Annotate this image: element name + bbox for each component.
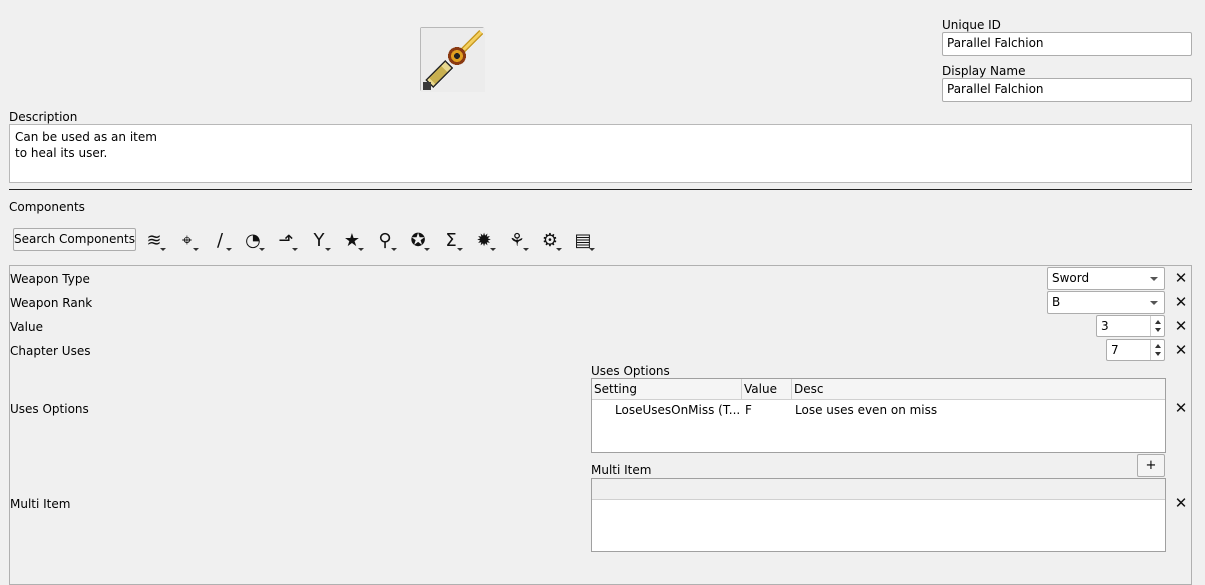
weapon-rank-select[interactable]: B [1047, 291, 1165, 314]
table-header [592, 479, 1165, 500]
layout-button[interactable]: ▤ [569, 227, 597, 253]
dropdown-caret-icon [556, 248, 562, 251]
dropdown-caret-icon [424, 248, 430, 251]
add-multi-item-button[interactable]: + [1137, 454, 1165, 477]
sword-icon [421, 28, 485, 92]
dropdown-caret-icon [193, 248, 199, 251]
dropdown-caret-icon [589, 248, 595, 251]
table-header: Setting Value Desc [592, 379, 1165, 400]
remove-chapter-uses-button[interactable]: ✕ [1174, 343, 1188, 358]
search-components-button[interactable]: Search Components [13, 228, 136, 251]
chapter-uses-spinbox[interactable]: 7 [1106, 339, 1165, 361]
remove-uses-options-button[interactable]: ✕ [1174, 401, 1188, 416]
uses-options-table-title: Uses Options [591, 364, 670, 378]
dropdown-caret-icon [490, 248, 496, 251]
clock-button[interactable]: ◔ [239, 227, 267, 253]
multi-item-label: Multi Item [10, 497, 71, 511]
unique-id-field[interactable]: Parallel Falchion [942, 32, 1192, 56]
desc-cell: Lose uses even on miss [795, 403, 938, 417]
chevron-down-icon [1155, 352, 1161, 356]
chevron-up-icon [1155, 320, 1161, 324]
weapon-rank-label: Weapon Rank [10, 296, 93, 310]
weapon-rank-value: B [1052, 295, 1061, 309]
chevron-down-icon [1150, 277, 1158, 281]
divider [9, 189, 1192, 190]
column-header-value[interactable]: Value [742, 379, 792, 399]
unique-id-label: Unique ID [942, 18, 1001, 32]
palette-button[interactable]: ⚘ [503, 227, 531, 253]
dropdown-caret-icon [259, 248, 265, 251]
setting-cell: LoseUsesOnMiss (T... [615, 403, 740, 417]
fork-button[interactable]: Y [305, 227, 333, 253]
value-value: 3 [1101, 319, 1109, 333]
display-name-field[interactable]: Parallel Falchion [942, 78, 1192, 102]
chapter-uses-value: 7 [1111, 343, 1119, 357]
uses-options-label: Uses Options [10, 402, 89, 416]
item-icon-button[interactable] [420, 27, 485, 92]
sigma-button[interactable]: Σ [437, 227, 465, 253]
chevron-down-icon [1150, 301, 1158, 305]
staff-icon: ⚲ [378, 229, 392, 251]
layers-button[interactable]: ≋ [140, 227, 168, 253]
remove-weapon-type-button[interactable]: ✕ [1174, 271, 1188, 286]
weapon-type-value: Sword [1052, 271, 1090, 285]
value-spinbox[interactable]: 3 [1096, 315, 1165, 337]
value-label: Value [10, 320, 43, 334]
spin-buttons[interactable] [1150, 316, 1164, 336]
spin-buttons[interactable] [1150, 340, 1164, 360]
target-button[interactable]: ⌖ [173, 227, 201, 253]
display-name-label: Display Name [942, 64, 1026, 78]
dropdown-caret-icon [391, 248, 397, 251]
badge-button[interactable]: ✪ [404, 227, 432, 253]
description-label: Description [9, 110, 78, 124]
dropdown-caret-icon [160, 248, 166, 251]
weapon-type-select[interactable]: Sword [1047, 267, 1165, 290]
column-header-desc[interactable]: Desc [792, 379, 1165, 399]
dropdown-caret-icon [292, 248, 298, 251]
fork-icon: Y [313, 229, 325, 251]
target-icon: ⌖ [181, 229, 193, 251]
value-cell: F [745, 403, 752, 417]
dropdown-caret-icon [358, 248, 364, 251]
burst-button[interactable]: ✹ [470, 227, 498, 253]
dropdown-caret-icon [457, 248, 463, 251]
staff-button[interactable]: ⚲ [371, 227, 399, 253]
sigma-icon: Σ [445, 229, 457, 251]
blade-icon: / [216, 229, 224, 251]
multi-item-table-title: Multi Item [591, 463, 652, 477]
remove-weapon-rank-button[interactable]: ✕ [1174, 295, 1188, 310]
remove-multi-item-button[interactable]: ✕ [1174, 496, 1188, 511]
gear-button[interactable]: ⚙ [536, 227, 564, 253]
column-header-setting[interactable]: Setting [592, 379, 742, 399]
dropdown-caret-icon [523, 248, 529, 251]
dropdown-caret-icon [226, 248, 232, 251]
remove-value-button[interactable]: ✕ [1174, 319, 1188, 334]
dropdown-caret-icon [325, 248, 331, 251]
chapter-uses-label: Chapter Uses [10, 344, 91, 358]
weapon-type-label: Weapon Type [10, 272, 90, 286]
multi-item-table[interactable] [591, 478, 1166, 552]
arrow-up-button[interactable]: ⬏ [272, 227, 300, 253]
chevron-up-icon [1155, 344, 1161, 348]
blade-button[interactable]: / [206, 227, 234, 253]
description-field[interactable]: Can be used as an item to heal its user. [9, 124, 1192, 183]
chevron-down-icon [1155, 328, 1161, 332]
star-button[interactable]: ★ [338, 227, 366, 253]
components-label: Components [9, 200, 85, 214]
uses-options-table[interactable]: Setting Value Desc LoseUsesOnMiss (T... … [591, 378, 1166, 453]
